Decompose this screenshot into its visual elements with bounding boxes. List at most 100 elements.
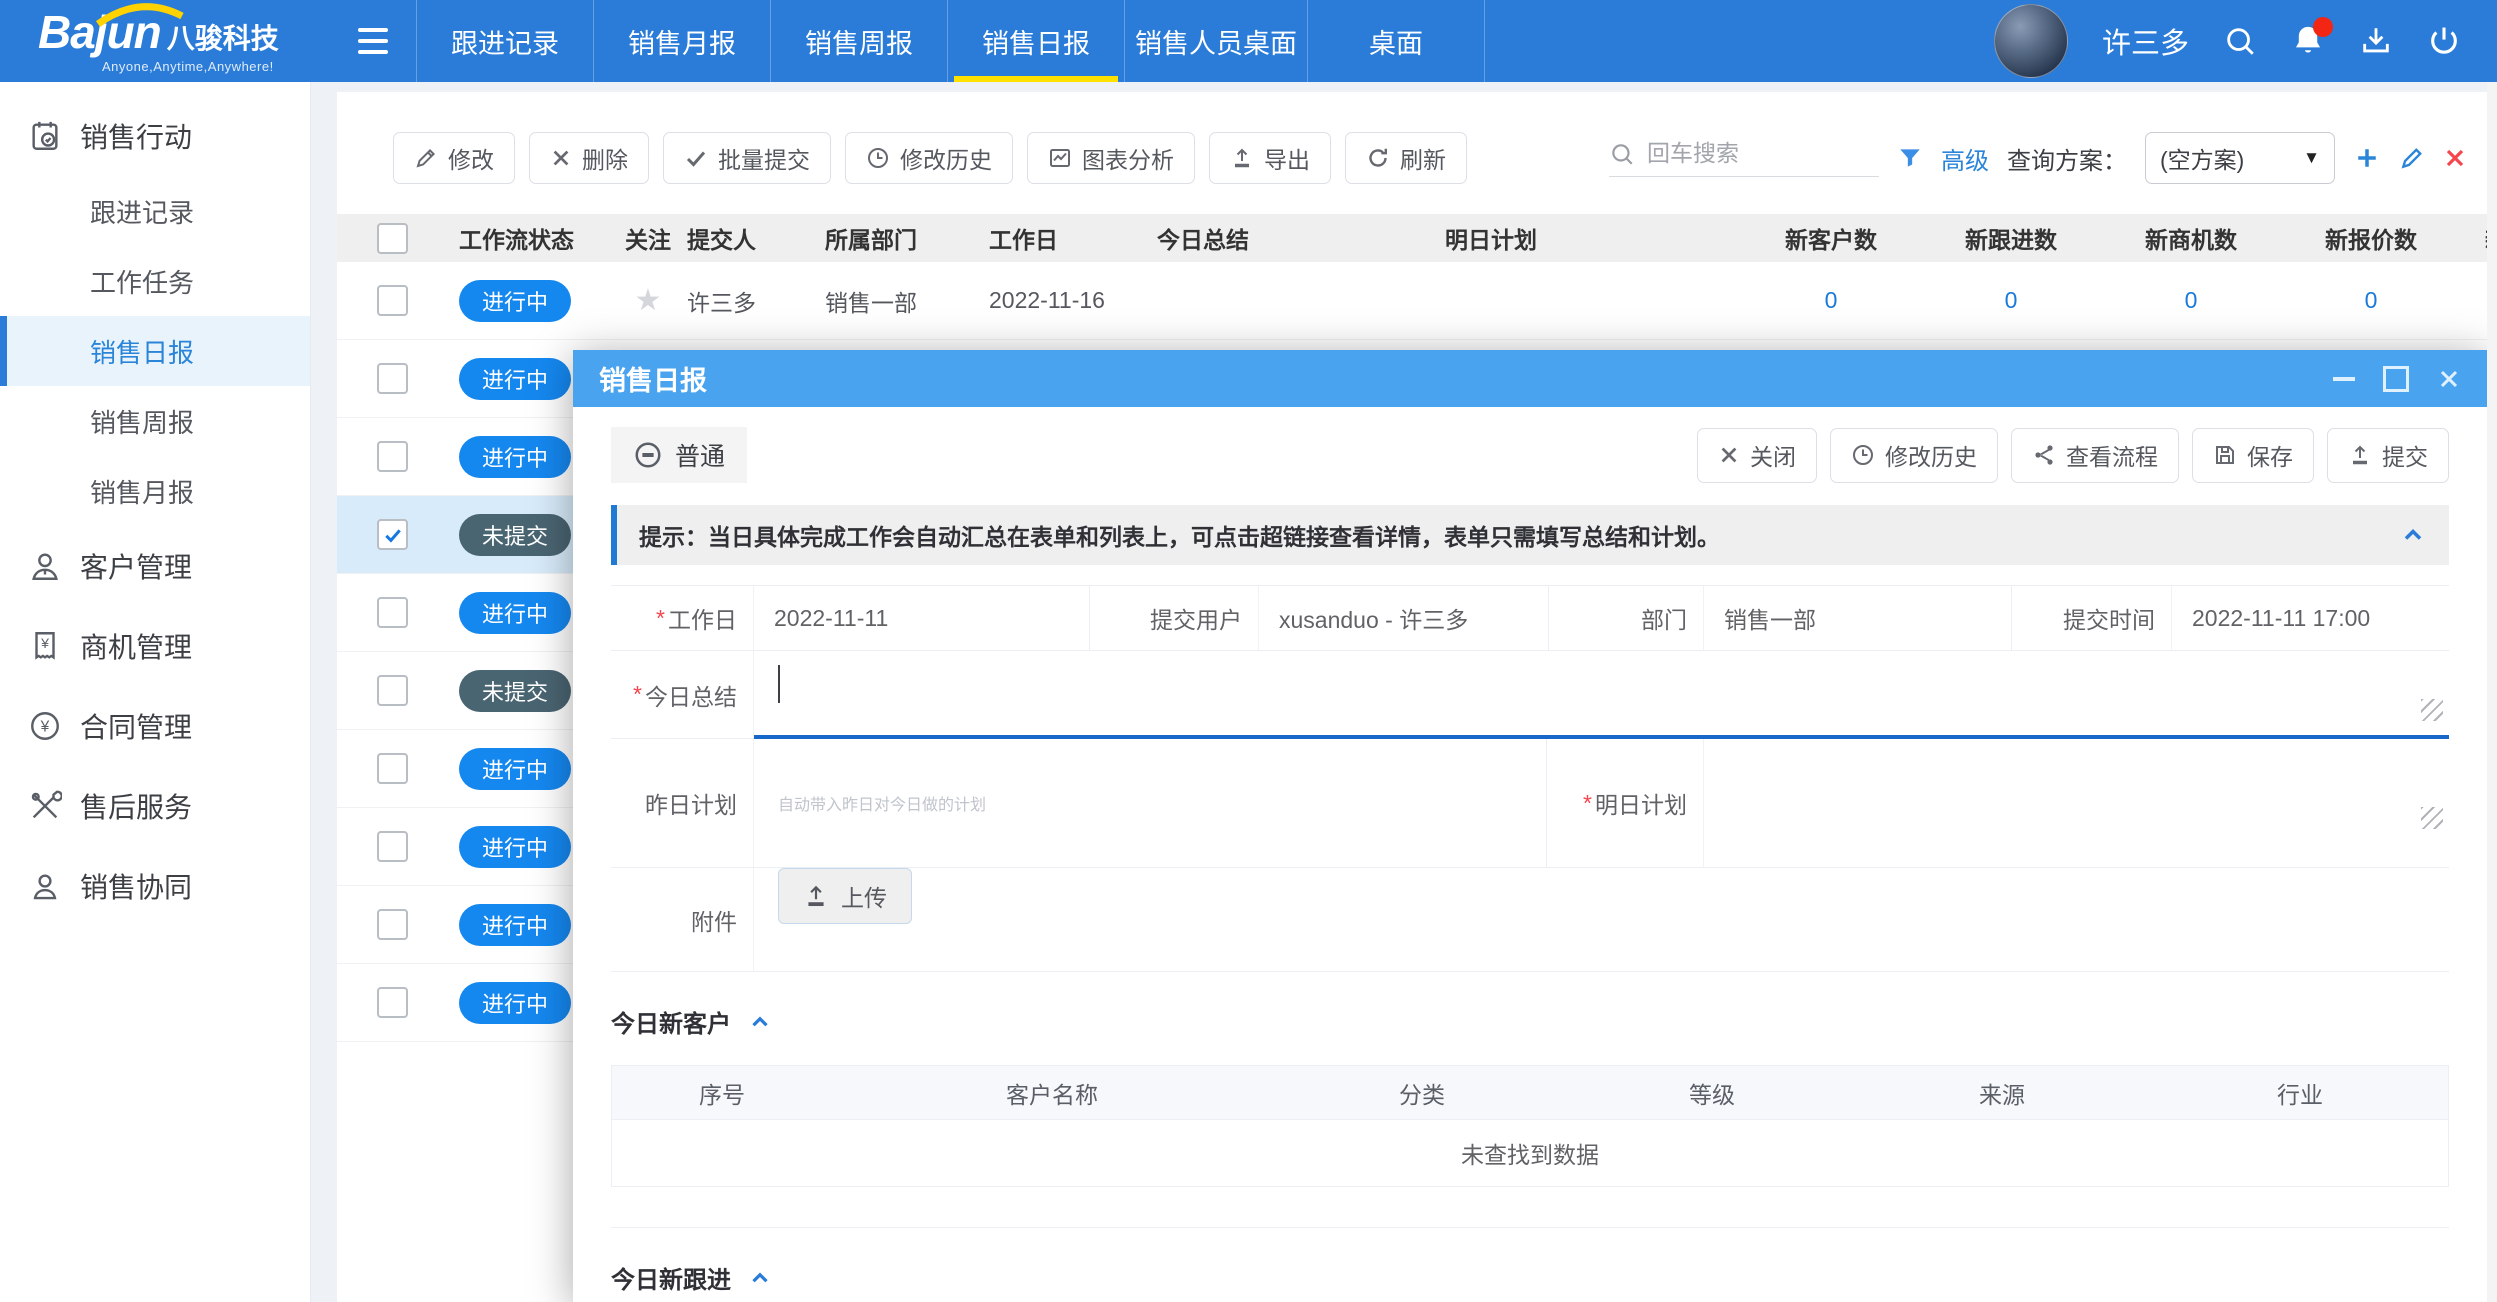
new-followups-link[interactable]: 0	[2005, 287, 2018, 314]
submit-button[interactable]: 提交	[2327, 428, 2449, 483]
row-checkbox[interactable]	[377, 597, 408, 628]
status-badge: 进行中	[459, 748, 571, 790]
user-avatar[interactable]	[1994, 4, 2068, 78]
new-quotes-link[interactable]: 0	[2365, 287, 2378, 314]
tab-desktop[interactable]: 桌面	[1307, 0, 1485, 82]
status-badge: 进行中	[459, 436, 571, 478]
row-checkbox-checked[interactable]	[377, 519, 408, 550]
section-new-customers: 今日新客户	[611, 1004, 2449, 1039]
tab-follow-records[interactable]: 跟进记录	[416, 0, 593, 82]
collapse-section-chevron-up-icon[interactable]	[747, 1009, 773, 1035]
topbar: Bajun 八骏科技 Anyone,Anytime,Anywhere! 跟进记录…	[0, 0, 2497, 82]
delete-plan-icon[interactable]	[2443, 146, 2467, 170]
history-button[interactable]: 修改历史	[1830, 428, 1998, 483]
tab-monthly-report[interactable]: 销售月报	[593, 0, 770, 82]
tab-sales-desktop[interactable]: 销售人员桌面	[1124, 0, 1307, 82]
dialog-actions: 关闭 修改历史 查看流程 保存	[1684, 428, 2449, 483]
submit-time-label: 提交时间	[2012, 586, 2172, 650]
close-icon[interactable]	[2437, 367, 2461, 391]
upload-button[interactable]: 上传	[778, 868, 912, 924]
share-icon	[2032, 443, 2056, 467]
resize-grip-icon[interactable]	[2421, 699, 2443, 721]
row-checkbox[interactable]	[377, 753, 408, 784]
batch-submit-button[interactable]: 批量提交	[663, 132, 831, 184]
sidebar-item-customer-mgmt[interactable]: 客户管理	[0, 526, 310, 606]
chevron-down-icon: ▼	[2303, 148, 2320, 168]
tomorrow-plan-textarea[interactable]	[1704, 739, 2449, 867]
sidebar-item-after-sales[interactable]: 售后服务	[0, 766, 310, 846]
row-checkbox[interactable]	[377, 441, 408, 472]
today-summary-textarea[interactable]	[754, 651, 2449, 739]
notification-bell-icon[interactable]	[2291, 24, 2325, 58]
collapse-hint-chevron-up-icon[interactable]	[2399, 521, 2427, 549]
sidebar-item-opportunity-mgmt[interactable]: ¥ 商机管理	[0, 606, 310, 686]
query-plan-select[interactable]: (空方案) ▼	[2145, 132, 2335, 184]
sidebar-item-monthly-report[interactable]: 销售月报	[0, 456, 310, 526]
col-new-opportunities: 新商机数	[2101, 221, 2281, 255]
minimize-icon[interactable]	[2333, 377, 2355, 381]
search-icon[interactable]	[2223, 24, 2257, 58]
sidebar: 销售行动 跟进记录 工作任务 销售日报 销售周报 销售月报 客户管理 ¥ 商机管…	[0, 82, 311, 1302]
export-button[interactable]: 导出	[1209, 132, 1331, 184]
edit-plan-icon[interactable]	[2399, 145, 2425, 171]
status-badge: 进行中	[459, 982, 571, 1024]
collapse-section-chevron-up-icon[interactable]	[747, 1265, 773, 1291]
select-all-checkbox[interactable]	[377, 223, 408, 254]
row-checkbox[interactable]	[377, 909, 408, 940]
refresh-button[interactable]: 刷新	[1345, 132, 1467, 184]
close-button[interactable]: 关闭	[1697, 428, 1817, 483]
power-icon[interactable]	[2427, 24, 2461, 58]
status-badge: 未提交	[459, 670, 571, 712]
minus-circle-icon[interactable]	[633, 440, 663, 470]
sidebar-item-work-tasks[interactable]: 工作任务	[0, 246, 310, 316]
view-flow-button[interactable]: 查看流程	[2011, 428, 2179, 483]
work-date-field[interactable]: 2022-11-11	[754, 605, 888, 632]
add-plan-icon[interactable]	[2353, 144, 2381, 172]
list-toolbar-right: 高级 查询方案： (空方案) ▼	[1609, 132, 2467, 184]
resize-grip-icon[interactable]	[2421, 807, 2443, 829]
new-customers-link[interactable]: 0	[1825, 287, 1838, 314]
yesterday-plan-label: 昨日计划	[611, 739, 754, 867]
download-icon[interactable]	[2359, 24, 2393, 58]
current-user-name[interactable]: 许三多	[2102, 20, 2189, 62]
sidebar-item-follow-records[interactable]: 跟进记录	[0, 176, 310, 246]
new-opportunities-link[interactable]: 0	[2185, 287, 2198, 314]
advanced-search-link[interactable]: 高级	[1941, 141, 1989, 176]
collaboration-icon	[28, 869, 62, 903]
yesterday-plan-placeholder: 自动带入昨日对今日做的计划	[778, 791, 986, 815]
col-new-customers: 新客户数	[1741, 221, 1921, 255]
status-badge: 进行中	[459, 904, 571, 946]
yesterday-plan-textarea[interactable]: 自动带入昨日对今日做的计划	[754, 739, 1546, 867]
row-checkbox[interactable]	[377, 831, 408, 862]
save-icon	[2213, 443, 2237, 467]
search-input[interactable]	[1645, 139, 1859, 168]
menu-toggle-icon[interactable]	[338, 0, 408, 82]
row-checkbox[interactable]	[377, 363, 408, 394]
maximize-icon[interactable]	[2383, 366, 2409, 392]
filter-funnel-icon[interactable]	[1897, 145, 1923, 171]
table-row[interactable]: 进行中 ★ 许三多 销售一部 2022-11-16 0 0 0 0	[337, 262, 2497, 340]
tab-weekly-report[interactable]: 销售周报	[770, 0, 947, 82]
edit-button[interactable]: 修改	[393, 132, 515, 184]
edit-history-button[interactable]: 修改历史	[845, 132, 1013, 184]
list-toolbar: 修改 删除 批量提交 修改历史 图表分析	[337, 92, 2497, 184]
tab-daily-report[interactable]: 销售日报	[947, 0, 1124, 82]
star-icon[interactable]: ★	[635, 283, 662, 318]
delete-button[interactable]: 删除	[529, 132, 649, 184]
clipboard-check-icon	[28, 119, 62, 153]
save-button[interactable]: 保存	[2192, 428, 2314, 483]
row-checkbox[interactable]	[377, 675, 408, 706]
sidebar-item-daily-report[interactable]: 销售日报	[0, 316, 310, 386]
sidebar-item-sales-collab[interactable]: 销售协同	[0, 846, 310, 926]
page-scrollbar[interactable]	[2487, 82, 2497, 1302]
sidebar-item-weekly-report[interactable]: 销售周报	[0, 386, 310, 456]
chart-analysis-button[interactable]: 图表分析	[1027, 132, 1195, 184]
submit-icon	[2348, 443, 2372, 467]
sidebar-item-sales-action[interactable]: 销售行动	[0, 96, 310, 176]
row-checkbox[interactable]	[377, 987, 408, 1018]
sidebar-item-contract-mgmt[interactable]: ¥ 合同管理	[0, 686, 310, 766]
row-checkbox[interactable]	[377, 285, 408, 316]
notification-dot	[2313, 17, 2333, 37]
col-department: 所属部门	[825, 221, 989, 255]
refresh-icon	[1366, 146, 1390, 170]
